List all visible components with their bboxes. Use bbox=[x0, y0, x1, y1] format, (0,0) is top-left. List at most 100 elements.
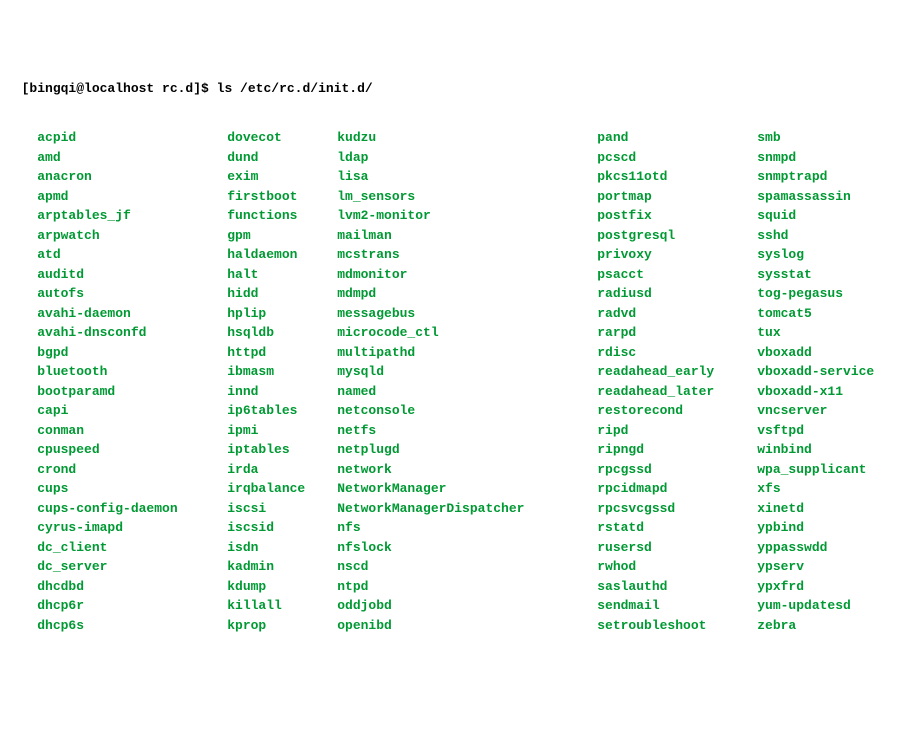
file-entry: lisa bbox=[337, 167, 597, 187]
file-entry: psacct bbox=[597, 265, 757, 285]
file-entry: avahi-dnsconfd bbox=[37, 323, 227, 343]
file-entry: amd bbox=[37, 148, 227, 168]
file-entry: ripd bbox=[597, 421, 757, 441]
file-entry: acpid bbox=[37, 128, 227, 148]
file-entry: exim bbox=[227, 167, 337, 187]
file-entry: openibd bbox=[337, 616, 597, 636]
file-entry: cyrus-imapd bbox=[37, 518, 227, 538]
file-entry: smb bbox=[757, 128, 914, 148]
file-entry: radvd bbox=[597, 304, 757, 324]
file-entry: rdisc bbox=[597, 343, 757, 363]
file-entry: bgpd bbox=[37, 343, 227, 363]
file-entry: dovecot bbox=[227, 128, 337, 148]
file-entry: hsqldb bbox=[227, 323, 337, 343]
file-entry: netconsole bbox=[337, 401, 597, 421]
file-entry: rwhod bbox=[597, 557, 757, 577]
file-entry: snmpd bbox=[757, 148, 914, 168]
file-entry: kudzu bbox=[337, 128, 597, 148]
file-entry: bootparamd bbox=[37, 382, 227, 402]
file-entry: yum-updatesd bbox=[757, 596, 914, 616]
file-entry: pkcs11otd bbox=[597, 167, 757, 187]
file-entry: NetworkManager bbox=[337, 479, 597, 499]
file-entry: nfs bbox=[337, 518, 597, 538]
file-entry: wpa_supplicant bbox=[757, 460, 914, 480]
shell-prompt: [bingqi@localhost rc.d]$ bbox=[22, 81, 217, 96]
file-entry: squid bbox=[757, 206, 914, 226]
file-entry: pcscd bbox=[597, 148, 757, 168]
file-entry: rpcgssd bbox=[597, 460, 757, 480]
file-entry: netfs bbox=[337, 421, 597, 441]
file-entry: bluetooth bbox=[37, 362, 227, 382]
file-entry: innd bbox=[227, 382, 337, 402]
file-entry: rusersd bbox=[597, 538, 757, 558]
file-entry: isdn bbox=[227, 538, 337, 558]
file-entry: snmptrapd bbox=[757, 167, 914, 187]
file-entry: atd bbox=[37, 245, 227, 265]
file-entry: vboxadd-service bbox=[757, 362, 914, 382]
file-entry: dhcp6r bbox=[37, 596, 227, 616]
listing-column-1: acpidamdanacronapmdarptables_jfarpwatcha… bbox=[37, 128, 227, 635]
listing-column-2: dovecotdundeximfirstbootfunctionsgpmhald… bbox=[227, 128, 337, 635]
file-entry: ldap bbox=[337, 148, 597, 168]
terminal-output: [bingqi@localhost rc.d]$ ls /etc/rc.d/in… bbox=[6, 66, 908, 665]
file-entry: setroubleshoot bbox=[597, 616, 757, 636]
file-entry: readahead_early bbox=[597, 362, 757, 382]
file-entry: mdmpd bbox=[337, 284, 597, 304]
file-entry: dund bbox=[227, 148, 337, 168]
file-entry: dhcdbd bbox=[37, 577, 227, 597]
file-entry: lm_sensors bbox=[337, 187, 597, 207]
file-entry: microcode_ctl bbox=[337, 323, 597, 343]
file-entry: arptables_jf bbox=[37, 206, 227, 226]
file-entry: multipathd bbox=[337, 343, 597, 363]
file-entry: autofs bbox=[37, 284, 227, 304]
file-entry: portmap bbox=[597, 187, 757, 207]
file-entry: sendmail bbox=[597, 596, 757, 616]
listing-column-4: pandpcscdpkcs11otdportmappostfixpostgres… bbox=[597, 128, 757, 635]
file-entry: ypserv bbox=[757, 557, 914, 577]
file-entry: tux bbox=[757, 323, 914, 343]
file-entry: arpwatch bbox=[37, 226, 227, 246]
file-entry: syslog bbox=[757, 245, 914, 265]
file-entry: halt bbox=[227, 265, 337, 285]
file-entry: sshd bbox=[757, 226, 914, 246]
file-entry: ntpd bbox=[337, 577, 597, 597]
file-entry: netplugd bbox=[337, 440, 597, 460]
file-entry: apmd bbox=[37, 187, 227, 207]
file-entry: rarpd bbox=[597, 323, 757, 343]
file-entry: xinetd bbox=[757, 499, 914, 519]
file-entry: vboxadd-x11 bbox=[757, 382, 914, 402]
file-entry: iscsid bbox=[227, 518, 337, 538]
file-entry: nscd bbox=[337, 557, 597, 577]
file-entry: kadmin bbox=[227, 557, 337, 577]
file-entry: winbind bbox=[757, 440, 914, 460]
file-entry: kprop bbox=[227, 616, 337, 636]
file-entry: tomcat5 bbox=[757, 304, 914, 324]
file-entry: cups-config-daemon bbox=[37, 499, 227, 519]
file-entry: mcstrans bbox=[337, 245, 597, 265]
file-entry: hplip bbox=[227, 304, 337, 324]
file-entry: mdmonitor bbox=[337, 265, 597, 285]
file-entry: dc_server bbox=[37, 557, 227, 577]
file-entry: ipmi bbox=[227, 421, 337, 441]
file-entry: yppasswdd bbox=[757, 538, 914, 558]
file-entry: killall bbox=[227, 596, 337, 616]
file-entry: vsftpd bbox=[757, 421, 914, 441]
file-entry: ripngd bbox=[597, 440, 757, 460]
directory-listing: acpidamdanacronapmdarptables_jfarpwatcha… bbox=[6, 113, 908, 650]
file-entry: functions bbox=[227, 206, 337, 226]
file-entry: kdump bbox=[227, 577, 337, 597]
file-entry: saslauthd bbox=[597, 577, 757, 597]
file-entry: avahi-daemon bbox=[37, 304, 227, 324]
file-entry: haldaemon bbox=[227, 245, 337, 265]
file-entry: mysqld bbox=[337, 362, 597, 382]
file-entry: cups bbox=[37, 479, 227, 499]
file-entry: rpcidmapd bbox=[597, 479, 757, 499]
file-entry: ibmasm bbox=[227, 362, 337, 382]
listing-column-3: kudzuldaplisalm_sensorslvm2-monitormailm… bbox=[337, 128, 597, 635]
file-entry: NetworkManagerDispatcher bbox=[337, 499, 597, 519]
file-entry: conman bbox=[37, 421, 227, 441]
file-entry: nfslock bbox=[337, 538, 597, 558]
listing-column-5: smbsnmpdsnmptrapdspamassassinsquidsshdsy… bbox=[757, 128, 914, 635]
file-entry: capi bbox=[37, 401, 227, 421]
file-entry: ypxfrd bbox=[757, 577, 914, 597]
